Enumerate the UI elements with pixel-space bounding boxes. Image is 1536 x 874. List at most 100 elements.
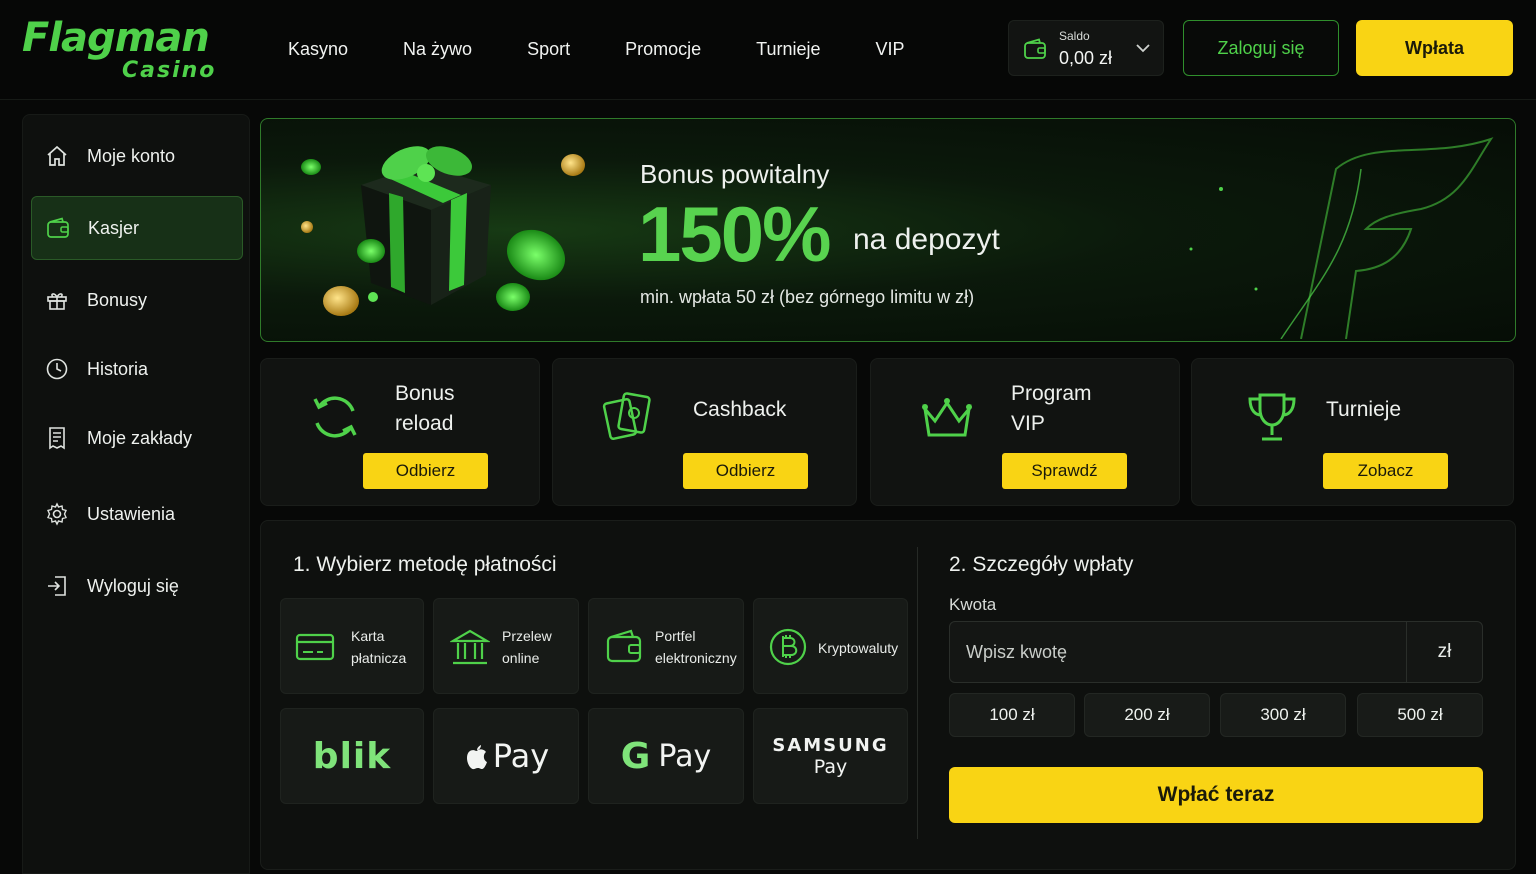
sidebar-item-label: Kasjer	[88, 217, 140, 238]
method-label-line1: Kryptowaluty	[818, 640, 899, 656]
promo-title-line1: Bonus	[395, 382, 455, 405]
wallet-icon	[47, 217, 69, 238]
balance-value: 0,00 zł	[1059, 48, 1113, 68]
apple-pay-logo: Pay	[434, 709, 578, 803]
home-icon	[47, 145, 67, 166]
bank-icon	[450, 629, 490, 665]
gear-icon	[47, 502, 67, 526]
method-blik[interactable]: blik	[280, 708, 424, 804]
sidebar-item-kasjer[interactable]: Kasjer	[31, 196, 243, 260]
sidebar-item-bonusy[interactable]: Bonusy	[31, 268, 243, 332]
bonus-title: Bonus powitalny	[640, 159, 830, 189]
gift-icon	[47, 293, 67, 310]
bonus-percent: 150%	[638, 190, 831, 278]
step2-heading: 2. Szczegóły wpłaty	[949, 553, 1134, 576]
bitcoin-icon	[769, 628, 807, 666]
promo-title-line2: VIP	[1011, 412, 1045, 435]
sidebar-item-label: Historia	[87, 358, 149, 379]
check-vip-button[interactable]: Sprawdź	[1002, 453, 1127, 489]
sidebar-item-moje-konto[interactable]: Moje konto	[31, 124, 243, 188]
logout-icon	[48, 576, 66, 596]
sidebar-item-historia[interactable]: Historia	[31, 337, 243, 401]
top-header: Flagman Casino Kasyno Na żywo Sport Prom…	[0, 0, 1536, 100]
flag-logo-decoration	[1189, 137, 1494, 339]
quick-amount-200[interactable]: 200 zł	[1084, 693, 1210, 737]
deposit-panel: 1. Wybierz metodę płatności Karta płatni…	[260, 520, 1516, 870]
method-samsung-pay[interactable]: SAMSUNG Pay	[753, 708, 908, 804]
method-apple-pay[interactable]: Pay	[433, 708, 579, 804]
refresh-icon	[313, 396, 357, 438]
bonus-min-deposit-note: min. wpłata 50 zł (bez górnego limitu w …	[640, 287, 975, 307]
balance-dropdown[interactable]: Saldo 0,00 zł	[1008, 20, 1164, 76]
apple-icon	[466, 745, 487, 770]
method-label-line2: online	[502, 650, 540, 666]
amount-input[interactable]	[950, 622, 1406, 682]
brand-logo[interactable]: Flagman Casino	[22, 14, 222, 88]
claim-cashback-button[interactable]: Odbierz	[683, 453, 808, 489]
promo-title-line1: Cashback	[693, 398, 787, 421]
method-label-line2: płatnicza	[351, 650, 407, 666]
clock-icon	[46, 358, 68, 380]
method-bank-transfer[interactable]: Przelew online	[433, 598, 579, 694]
claim-reload-button[interactable]: Odbierz	[363, 453, 488, 489]
wallet-icon	[1024, 38, 1046, 59]
sidebar-item-ustawienia[interactable]: Ustawienia	[31, 482, 243, 546]
receipt-icon	[49, 427, 65, 450]
credit-card-icon	[295, 633, 335, 661]
quick-amount-500[interactable]: 500 zł	[1357, 693, 1483, 737]
nav-vip[interactable]: VIP	[858, 39, 905, 60]
sidebar-item-label: Moje konto	[87, 145, 176, 166]
sidebar-item-label: Wyloguj się	[87, 575, 179, 596]
logo-subtitle: Casino	[122, 58, 217, 83]
samsung-pay-logo: SAMSUNG Pay	[772, 734, 889, 778]
account-sidebar: Moje konto Kasjer Bonusy Historia Moje z…	[22, 114, 250, 874]
panel-divider	[917, 547, 918, 839]
google-g-icon: G	[620, 735, 651, 777]
method-google-pay[interactable]: G Pay	[588, 708, 744, 804]
google-pay-logo: G Pay	[620, 735, 712, 777]
deposit-now-button[interactable]: Wpłać teraz	[949, 767, 1483, 823]
trophy-icon	[1248, 393, 1296, 441]
nav-kasyno[interactable]: Kasyno	[270, 39, 348, 60]
currency-label: zł	[1406, 622, 1482, 682]
nav-promocje[interactable]: Promocje	[607, 39, 701, 60]
nav-na-zywo[interactable]: Na żywo	[385, 39, 472, 60]
main-nav: Kasyno Na żywo Sport Promocje Turnieje V…	[270, 30, 942, 68]
welcome-bonus-banner[interactable]: Bonus powitalny 150% na depozyt min. wpł…	[260, 118, 1516, 342]
promo-card-tournaments: Turnieje Zobacz	[1191, 358, 1514, 506]
see-tournaments-button[interactable]: Zobacz	[1323, 453, 1448, 489]
amount-field: zł	[949, 621, 1483, 683]
method-label-line2: elektroniczny	[655, 650, 737, 666]
gift-box-illustration	[301, 146, 585, 316]
sidebar-item-label: Bonusy	[87, 289, 148, 310]
deposit-button[interactable]: Wpłata	[1356, 20, 1513, 76]
method-crypto[interactable]: Kryptowaluty	[753, 598, 908, 694]
crown-icon	[922, 398, 972, 437]
bonus-suffix: na depozyt	[853, 223, 1000, 256]
nav-turnieje[interactable]: Turnieje	[738, 39, 820, 60]
method-card-payment[interactable]: Karta płatnicza	[280, 598, 424, 694]
nav-sport[interactable]: Sport	[509, 39, 570, 60]
promo-title-line1: Turnieje	[1326, 398, 1402, 421]
promo-title-line1: Program	[1011, 382, 1092, 405]
promo-card-cashback: Cashback Odbierz	[552, 358, 857, 506]
method-e-wallet[interactable]: Portfel elektroniczny	[588, 598, 744, 694]
step1-heading: 1. Wybierz metodę płatności	[293, 553, 557, 576]
logo-wordmark: Flagman	[22, 15, 210, 61]
sidebar-item-wyloguj[interactable]: Wyloguj się	[31, 554, 243, 618]
login-button[interactable]: Zaloguj się	[1183, 20, 1339, 76]
chevron-down-icon	[1136, 44, 1150, 53]
amount-label: Kwota	[949, 595, 997, 614]
promo-title-line2: reload	[395, 412, 454, 435]
quick-amount-300[interactable]: 300 zł	[1220, 693, 1346, 737]
cards-icon	[602, 392, 651, 441]
sidebar-item-label: Moje zakłady	[87, 427, 193, 448]
method-label-line1: Portfel	[655, 628, 696, 644]
wallet-icon	[606, 629, 642, 663]
blik-logo: blik	[312, 735, 392, 777]
method-label-line1: Karta	[351, 628, 385, 644]
quick-amount-100[interactable]: 100 zł	[949, 693, 1075, 737]
method-label-line1: Przelew	[502, 628, 552, 644]
sidebar-item-moje-zaklady[interactable]: Moje zakłady	[31, 406, 243, 470]
sidebar-item-label: Ustawienia	[87, 503, 176, 524]
